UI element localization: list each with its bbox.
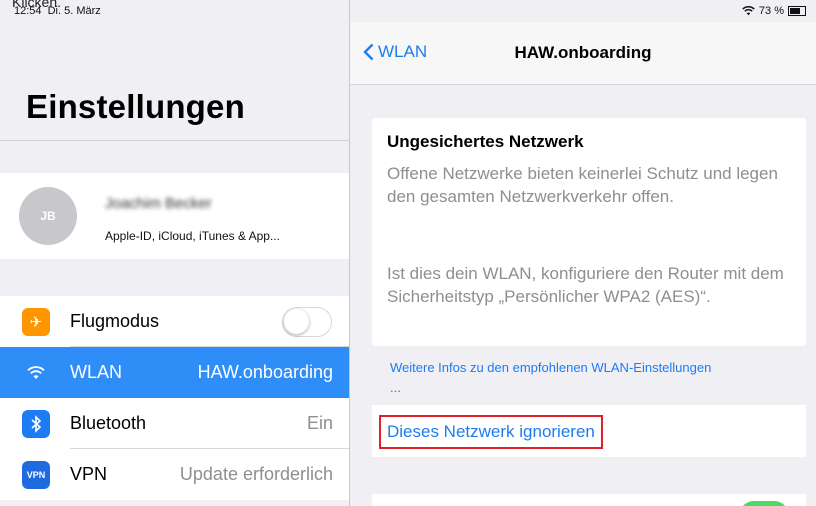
wifi-icon	[22, 358, 50, 387]
profile-name: Joachim Becker	[105, 195, 212, 212]
sidebar-item-value: Update erforderlich	[179, 464, 333, 484]
status-date-text: Di. 5. März	[47, 5, 101, 17]
warning-card: Ungesichertes Netzwerk Offene Netzwerke …	[372, 118, 806, 346]
sidebar-item-wlan[interactable]: WLAN HAW.onboarding	[0, 347, 349, 398]
sidebar-item-bluetooth[interactable]: Bluetooth Ein	[0, 398, 349, 449]
sidebar-item-label: Bluetooth	[70, 413, 147, 433]
settings-group: ✈ Flugmodus WLAN HAW.onboarding Bluetoot…	[0, 296, 349, 500]
ignore-network-button[interactable]: Dieses Netzwerk ignorieren	[379, 415, 603, 449]
bluetooth-icon	[22, 409, 50, 438]
card-title: Ungesichertes Netzwerk	[387, 132, 584, 151]
airplane-icon: ✈	[22, 307, 50, 336]
nav-title: HAW.onboarding	[514, 43, 652, 62]
settings-sidebar: Einstellungen JB Joachim Becker Apple-ID…	[0, 0, 350, 506]
auto-join-row	[372, 494, 806, 506]
sidebar-item-label: VPN	[70, 464, 108, 484]
sidebar-item-label: WLAN	[70, 362, 123, 382]
sidebar-item-value: Ein	[306, 413, 333, 433]
auto-join-toggle[interactable]	[739, 501, 789, 506]
flugmodus-toggle[interactable]	[282, 306, 332, 337]
card-paragraph-2: Ist dies dein WLAN, konfiguriere den Rou…	[387, 264, 784, 306]
status-time: 12:54 Di. 5. März	[14, 5, 101, 17]
sidebar-item-flugmodus[interactable]: ✈ Flugmodus	[0, 296, 349, 347]
screen: Einstellungen JB Joachim Becker Apple-ID…	[0, 0, 816, 506]
battery-percent: 73 %	[758, 5, 784, 17]
sidebar-item-label: Flugmodus	[70, 311, 160, 331]
avatar: JB	[19, 187, 77, 245]
ignore-network-row: Dieses Netzwerk ignorieren	[372, 405, 806, 457]
info-link[interactable]: Weitere Infos zu den empfohlenen WLAN-Ei…	[390, 358, 720, 398]
profile-subtitle: Apple-ID, iCloud, iTunes & App...	[105, 229, 280, 243]
sidebar-item-vpn[interactable]: VPN VPN Update erforderlich	[0, 449, 349, 500]
wifi-icon	[742, 6, 755, 16]
battery-icon	[788, 6, 806, 16]
apple-id-profile[interactable]: JB Joachim Becker Apple-ID, iCloud, iTun…	[0, 173, 349, 259]
sidebar-item-value: HAW.onboarding	[197, 362, 333, 382]
divider	[0, 140, 349, 141]
toggle-knob	[284, 308, 309, 334]
card-paragraph-1: Offene Netzwerke bieten keinerlei Schutz…	[387, 164, 778, 206]
vpn-icon: VPN	[22, 460, 50, 489]
status-indicators: 73 %	[742, 5, 806, 17]
page-title: Einstellungen	[26, 88, 245, 125]
battery-fill	[790, 8, 801, 14]
navigation-bar: WLAN HAW.onboarding	[350, 22, 816, 85]
status-time-text: 12:54	[14, 5, 42, 17]
